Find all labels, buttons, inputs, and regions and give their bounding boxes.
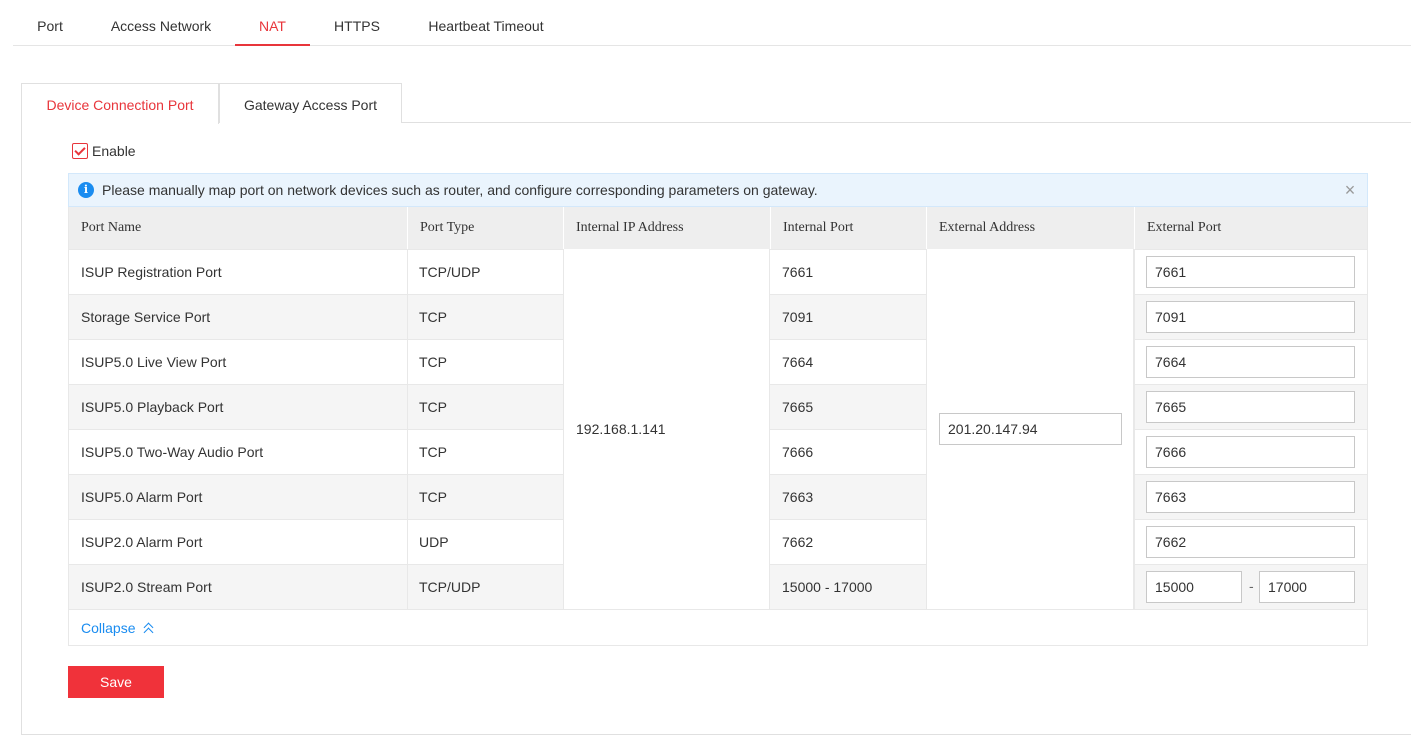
port-type-cell: TCP/UDP <box>419 264 481 280</box>
column-divider <box>407 295 408 340</box>
port-name-cell: ISUP Registration Port <box>81 264 222 280</box>
top-tab-bar: Port Access Network NAT HTTPS Heartbeat … <box>13 0 1411 46</box>
internal-port-cell: 15000 - 17000 <box>782 579 873 595</box>
port-name-cell: Storage Service Port <box>81 309 211 325</box>
port-type-cell: UDP <box>419 534 449 550</box>
column-divider <box>407 430 408 475</box>
tab-access-network[interactable]: Access Network <box>105 0 217 46</box>
port-name-cell: ISUP2.0 Alarm Port <box>81 534 203 550</box>
column-divider <box>1134 385 1135 430</box>
column-divider <box>407 565 408 610</box>
port-name-cell: ISUP2.0 Stream Port <box>81 579 212 595</box>
info-icon: i <box>78 182 94 198</box>
external-port-input[interactable]: 7662 <box>1146 526 1355 558</box>
tab-port[interactable]: Port <box>23 0 77 46</box>
header-internal-port: Internal Port <box>770 207 926 249</box>
column-divider <box>407 340 408 385</box>
chevron-up-double-icon <box>143 622 155 638</box>
port-table: Port Name Port Type Internal IP Address … <box>68 207 1368 610</box>
table-header: Port Name Port Type Internal IP Address … <box>69 207 1367 249</box>
external-address-input[interactable]: 201.20.147.94 <box>939 413 1122 445</box>
external-address-cell: 201.20.147.94 <box>926 249 1134 609</box>
header-port-type: Port Type <box>407 207 563 249</box>
range-separator: - <box>1249 578 1254 594</box>
internal-ip-value: 192.168.1.141 <box>576 421 666 437</box>
port-type-cell: TCP <box>419 354 447 370</box>
internal-port-cell: 7665 <box>782 399 814 415</box>
column-divider <box>1134 475 1135 520</box>
port-type-cell: TCP <box>419 309 447 325</box>
tab-device-connection-port[interactable]: Device Connection Port <box>21 83 219 124</box>
internal-port-cell: 7663 <box>782 489 814 505</box>
internal-port-cell: 7666 <box>782 444 814 460</box>
external-port-input[interactable]: 7665 <box>1146 391 1355 423</box>
info-text: Please manually map port on network devi… <box>102 182 818 198</box>
column-divider <box>1134 565 1135 610</box>
header-port-name: Port Name <box>81 220 142 235</box>
column-divider <box>1134 295 1135 340</box>
external-port-start-input[interactable]: 15000 <box>1146 571 1242 603</box>
column-divider <box>407 520 408 565</box>
port-type-cell: TCP <box>419 444 447 460</box>
external-port-input[interactable]: 7661 <box>1146 256 1355 288</box>
tab-https[interactable]: HTTPS <box>326 0 388 46</box>
port-name-cell: ISUP5.0 Playback Port <box>81 399 224 415</box>
external-port-input[interactable]: 7664 <box>1146 346 1355 378</box>
internal-ip-cell: 192.168.1.141 <box>563 249 770 609</box>
header-external-port: External Port <box>1134 207 1368 249</box>
column-divider <box>1134 520 1135 565</box>
collapse-row: Collapse <box>68 609 1368 646</box>
column-divider <box>1134 430 1135 475</box>
tab-heartbeat-timeout[interactable]: Heartbeat Timeout <box>420 0 552 46</box>
column-divider <box>1134 250 1135 295</box>
checkbox-checked-icon[interactable] <box>72 143 88 159</box>
close-icon[interactable]: × <box>1341 181 1359 199</box>
tab-nat[interactable]: NAT <box>235 0 310 46</box>
collapse-label: Collapse <box>81 620 136 636</box>
tab-gateway-access-port[interactable]: Gateway Access Port <box>219 83 402 123</box>
port-name-cell: ISUP5.0 Alarm Port <box>81 489 203 505</box>
port-type-cell: TCP/UDP <box>419 579 481 595</box>
internal-port-cell: 7664 <box>782 354 814 370</box>
save-button[interactable]: Save <box>68 666 164 698</box>
collapse-button[interactable]: Collapse <box>81 620 155 638</box>
column-divider <box>1134 340 1135 385</box>
enable-label: Enable <box>92 143 136 159</box>
external-port-input[interactable]: 7663 <box>1146 481 1355 513</box>
port-type-cell: TCP <box>419 399 447 415</box>
port-type-cell: TCP <box>419 489 447 505</box>
column-divider <box>407 250 408 295</box>
header-external-address: External Address <box>926 207 1134 249</box>
column-divider <box>407 385 408 430</box>
port-name-cell: ISUP5.0 Two-Way Audio Port <box>81 444 264 460</box>
external-port-input[interactable]: 7666 <box>1146 436 1355 468</box>
info-banner: i Please manually map port on network de… <box>68 173 1368 207</box>
internal-port-cell: 7661 <box>782 264 814 280</box>
header-internal-ip: Internal IP Address <box>563 207 770 249</box>
enable-checkbox[interactable]: Enable <box>72 143 136 159</box>
column-divider <box>407 475 408 520</box>
internal-port-cell: 7091 <box>782 309 814 325</box>
port-name-cell: ISUP5.0 Live View Port <box>81 354 227 370</box>
internal-port-cell: 7662 <box>782 534 814 550</box>
external-port-end-input[interactable]: 17000 <box>1259 571 1355 603</box>
external-port-input[interactable]: 7091 <box>1146 301 1355 333</box>
